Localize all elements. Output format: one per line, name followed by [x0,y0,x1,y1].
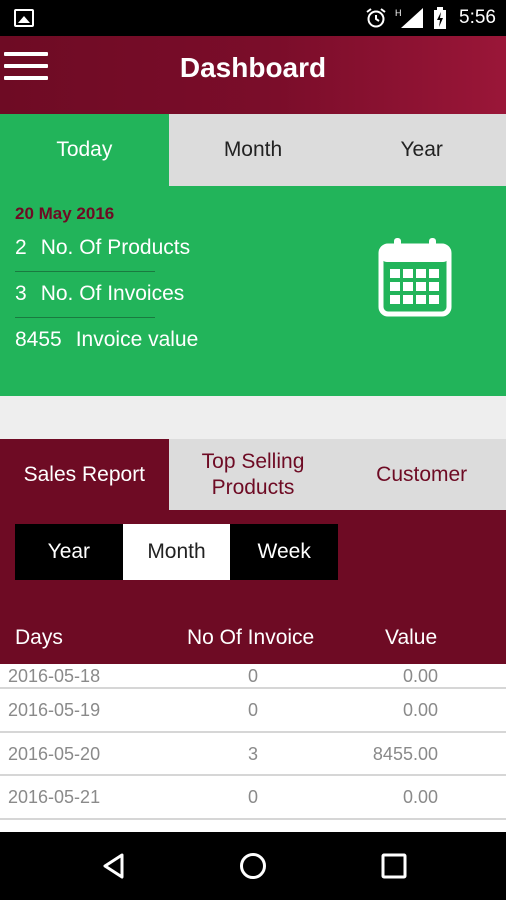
header-no-of-invoice: No Of Invoice [187,626,315,649]
summary-date: 20 May 2016 [15,204,115,223]
tab-top-selling-line2: Products [211,475,295,499]
period-year-button[interactable]: Year [15,524,123,580]
table-header: Days No Of Invoice Value [0,618,506,658]
products-row: 2 No. Of Products [15,236,190,260]
cell-invoices: 0 [248,666,259,686]
invoices-label: No. Of Invoices [40,282,185,305]
table-row: 2016-05-18 0 0.00 [0,664,506,689]
cell-invoices: 3 [248,743,259,764]
invoices-count: 3 [15,282,27,305]
period-month-button[interactable]: Month [122,524,231,580]
tab-today[interactable]: Today [0,114,169,186]
system-navigation-bar [0,832,506,900]
cell-value: 8455.00 [372,743,438,764]
invoice-value-row: 8455 Invoice value [15,328,198,352]
calendar-icon[interactable] [378,236,452,318]
invoice-value: 8455 [15,328,62,351]
image-notification-icon [14,9,34,27]
battery-charging-icon [434,7,447,29]
cell-value: 0.00 [402,700,438,720]
status-bar: H 5:56 [0,0,506,36]
recent-apps-icon[interactable] [381,852,407,880]
period-selector: Year Month Week [15,524,339,580]
cell-day: 2016-05-21 [8,787,101,807]
sales-table[interactable]: 2016-05-18 0 0.00 2016-05-19 0 0.00 2016… [0,664,506,832]
table-row: 2016-05-21 0 0.00 [0,776,506,820]
cell-day: 2016-05-19 [8,700,101,720]
cell-day: 2016-05-18 [8,666,101,686]
cell-value: 0.00 [402,666,438,686]
cell-day: 2016-05-20 [8,743,101,764]
header-value: Value [385,626,438,649]
products-label: No. Of Products [40,236,191,259]
network-type-label: H [395,8,402,18]
clock-time: 5:56 [459,7,496,28]
divider [15,271,155,272]
section-spacer [0,396,506,439]
signal-icon: H [395,8,424,28]
invoices-row: 3 No. Of Invoices [15,282,184,306]
cell-value: 0.00 [402,787,438,807]
back-icon[interactable] [100,852,128,880]
cell-invoices: 0 [248,700,259,720]
period-week-button[interactable]: Week [230,524,339,580]
summary-period-tabs: Today Month Year [0,114,506,186]
app-bar: Dashboard [0,36,506,114]
table-row: 2016-05-19 0 0.00 [0,689,506,733]
table-row: 2016-05-20 3 8455.00 [0,733,506,776]
tab-top-selling-line1: Top Selling [201,449,305,473]
report-tabs: Sales Report Top Selling Products Custom… [0,439,506,510]
page-title: Dashboard [179,52,327,83]
tab-top-selling-products[interactable]: Top Selling Products [169,439,338,510]
home-icon[interactable] [239,852,267,880]
tab-customer[interactable]: Customer [337,439,506,510]
products-count: 2 [15,236,27,259]
header-days: Days [15,626,63,649]
cell-invoices: 0 [248,787,259,807]
invoice-value-label: Invoice value [75,328,199,351]
tab-year[interactable]: Year [337,114,506,186]
alarm-icon [366,8,386,28]
tab-sales-report[interactable]: Sales Report [0,439,169,510]
summary-panel: 20 May 2016 2 No. Of Products 3 No. Of I… [0,186,506,396]
tab-month[interactable]: Month [169,114,338,186]
sales-report-panel: Year Month Week Days No Of Invoice Value [0,510,506,664]
divider [15,317,155,318]
